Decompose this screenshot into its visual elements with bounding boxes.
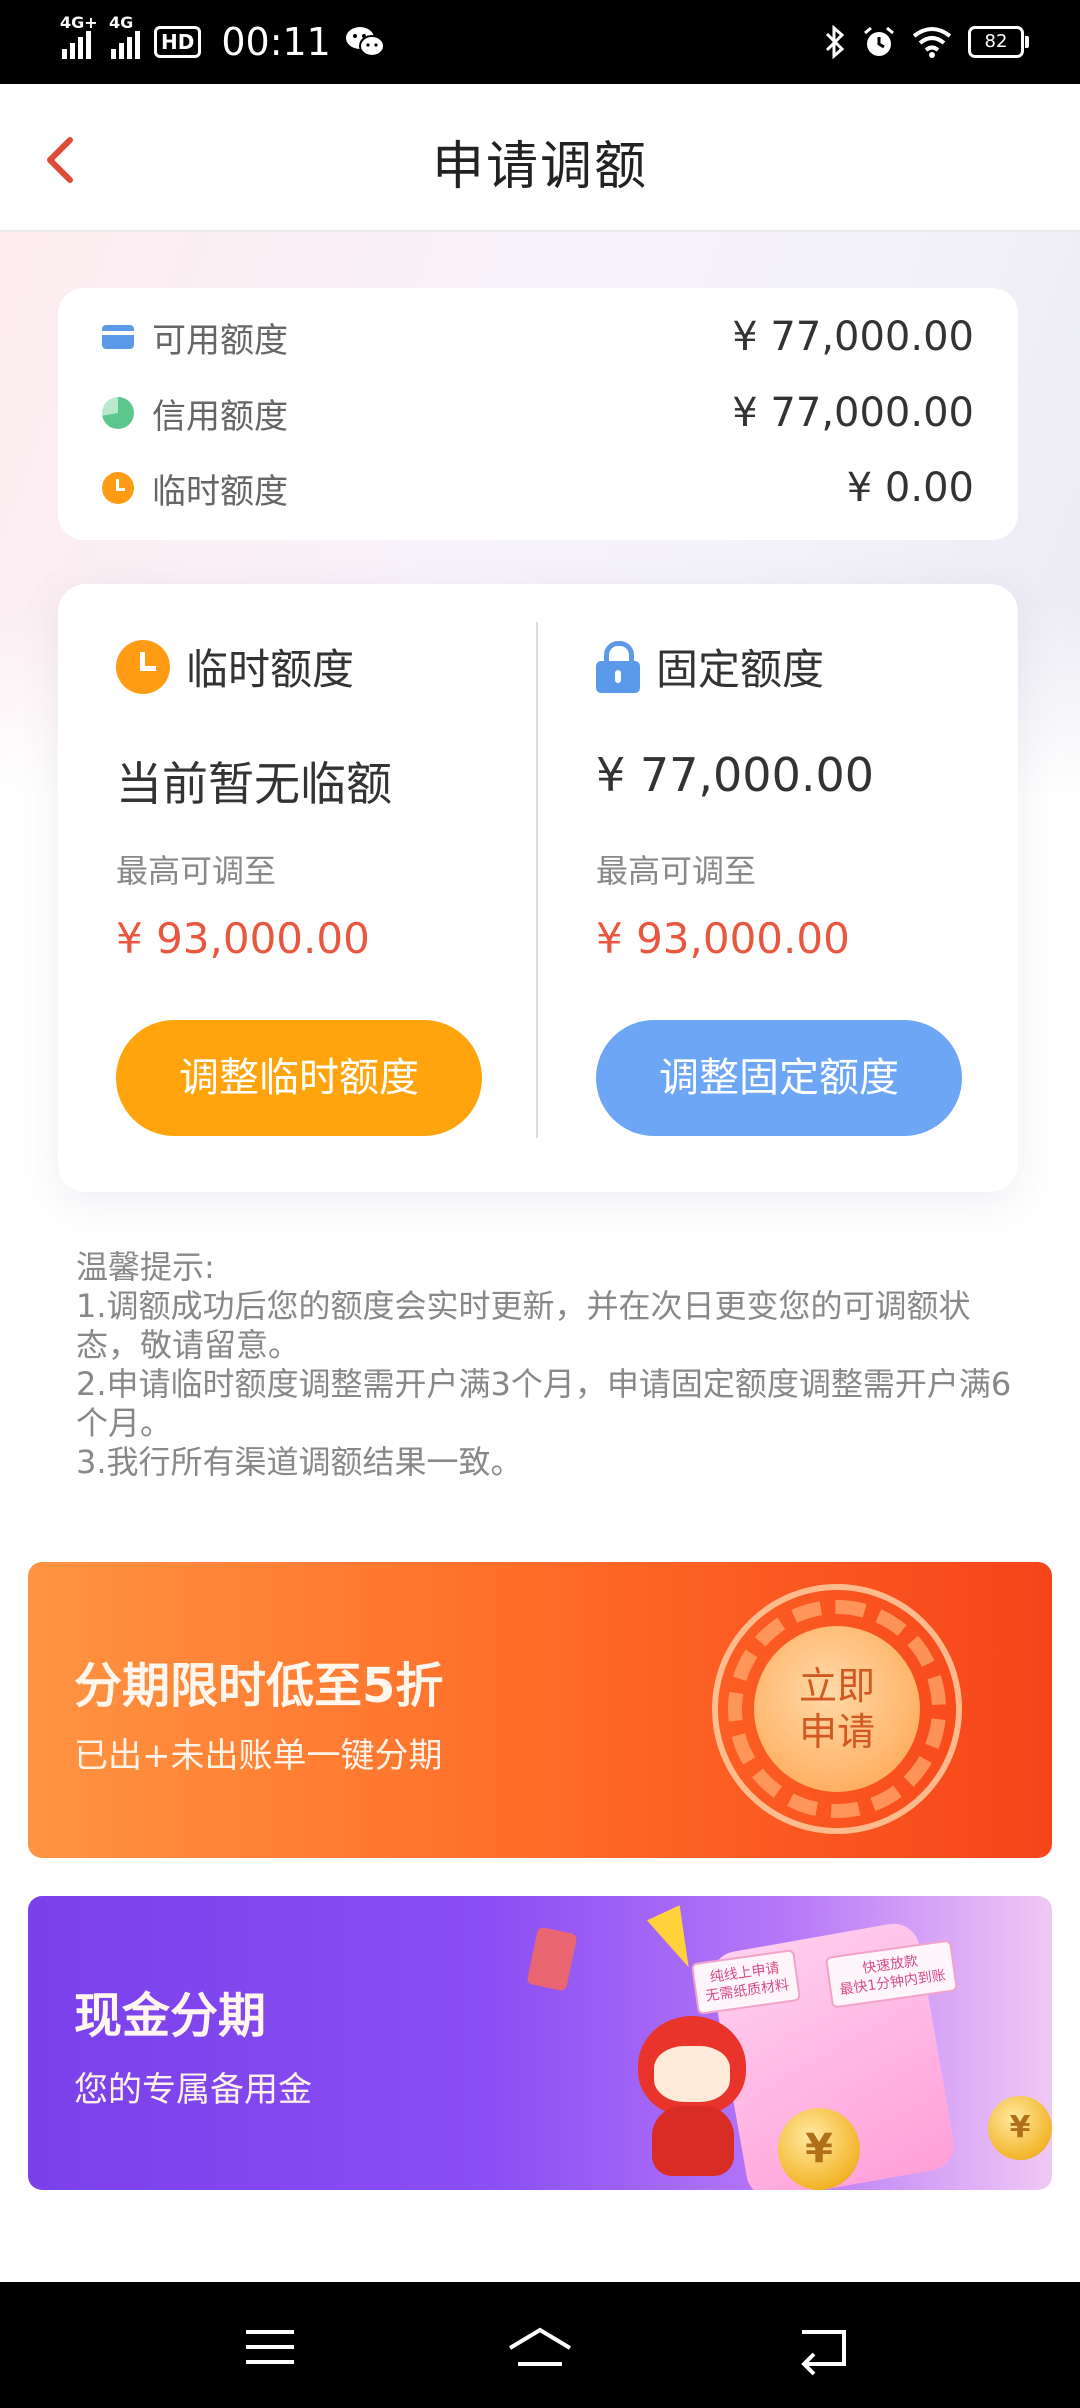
section-divider xyxy=(536,622,538,1138)
installment-promo-banner[interactable]: 分期限时低至5折 已出+未出账单一键分期 立即 申请 xyxy=(28,1562,1052,1858)
alarm-icon xyxy=(864,26,894,56)
max-adjustable-value: ¥ 93,000.00 xyxy=(596,914,850,963)
adjust-fixed-limit-button[interactable]: 调整固定额度 xyxy=(596,1020,962,1136)
summary-value: ¥ 0.00 xyxy=(846,465,974,511)
menu-button[interactable] xyxy=(236,2312,306,2382)
hd-icon: HD xyxy=(154,26,202,58)
fixed-limit-section: 固定额度 ¥ 77,000.00 最高可调至 ¥ 93,000.00 调整固定额… xyxy=(596,584,1016,1192)
apply-now-label-line2: 申请 xyxy=(798,1710,875,1754)
tip-item: 1.调额成功后您的额度会实时更新，并在次日更变您的可调额状态，敬请留意。 xyxy=(76,1287,971,1364)
temporary-limit-status: 当前暂无临额 xyxy=(116,757,392,811)
pie-chart-icon xyxy=(102,397,134,429)
clock-icon xyxy=(116,639,170,694)
max-adjustable-value: ¥ 93,000.00 xyxy=(116,914,370,963)
banner-subtitle: 您的专属备用金 xyxy=(74,2070,312,2110)
signal-label: 4G+ xyxy=(60,13,98,32)
tip-item: 3.我行所有渠道调额结果一致。 xyxy=(76,1443,523,1481)
red-envelope-icon xyxy=(526,1926,578,1992)
fixed-limit-current: ¥ 77,000.00 xyxy=(596,748,874,802)
section-title: 临时额度 xyxy=(186,645,355,694)
card-icon xyxy=(102,325,134,349)
summary-row-temporary: 临时额度 ¥ 0.00 xyxy=(102,458,974,518)
summary-label: 信用额度 xyxy=(152,396,288,437)
mascot-face xyxy=(654,2046,730,2102)
lock-icon xyxy=(596,640,640,693)
cash-installment-banner[interactable]: 现金分期 您的专属备用金 纯线上申请 无需纸质材料 快速放款 最快1分钟内到账 … xyxy=(28,1896,1052,2190)
summary-label: 临时额度 xyxy=(152,471,288,512)
apply-now-label-line1: 立即 xyxy=(798,1664,875,1708)
summary-label: 可用额度 xyxy=(152,320,288,361)
banner-title: 分期限时低至5折 xyxy=(74,1658,444,1714)
banner-title: 现金分期 xyxy=(74,1988,267,2044)
signal-icon-2: 4G xyxy=(109,13,140,59)
adjust-temporary-limit-button[interactable]: 调整临时额度 xyxy=(116,1020,482,1136)
menu-icon xyxy=(246,2330,294,2364)
clock-time: 00:11 xyxy=(221,20,331,64)
mascot-body xyxy=(652,2106,734,2176)
summary-row-credit: 信用额度 ¥ 77,000.00 xyxy=(102,383,974,443)
banner-subtitle: 已出+未出账单一键分期 xyxy=(74,1736,443,1776)
coin-icon: ¥ xyxy=(988,2096,1052,2160)
battery-icon: 82 xyxy=(968,26,1029,58)
bluetooth-icon xyxy=(825,25,845,59)
tips-section: 温馨提示: 1.调额成功后您的额度会实时更新，并在次日更变您的可调额状态，敬请留… xyxy=(76,1248,1016,1482)
back-nav-button[interactable] xyxy=(790,2312,860,2382)
wechat-icon xyxy=(345,27,385,57)
home-button[interactable] xyxy=(504,2312,574,2382)
adjust-limit-card: 临时额度 当前暂无临额 最高可调至 ¥ 93,000.00 调整临时额度 固定额… xyxy=(58,584,1018,1192)
tips-title: 温馨提示: xyxy=(76,1248,215,1286)
max-adjustable-label: 最高可调至 xyxy=(116,852,277,890)
temporary-limit-section: 临时额度 当前暂无临额 最高可调至 ¥ 93,000.00 调整临时额度 xyxy=(116,584,536,1192)
summary-value: ¥ 77,000.00 xyxy=(732,390,974,436)
tip-item: 2.申请临时额度调整需开户满3个月，申请固定额度调整需开户满6个月。 xyxy=(76,1365,1012,1442)
apply-now-button[interactable]: 立即 申请 xyxy=(754,1626,920,1792)
clock-icon xyxy=(102,472,134,504)
status-bar: 4G+ 4G HD 00:11 82 xyxy=(0,0,1080,84)
return-icon xyxy=(801,2330,846,2376)
max-adjustable-label: 最高可调至 xyxy=(596,852,757,890)
summary-value: ¥ 77,000.00 xyxy=(732,314,974,360)
home-icon xyxy=(508,2327,572,2366)
wifi-icon xyxy=(912,27,952,58)
app-header: 申请调额 xyxy=(0,84,1080,232)
limit-summary-card: 可用额度 ¥ 77,000.00 信用额度 ¥ 77,000.00 临时额度 ¥… xyxy=(58,288,1018,540)
page-title: 申请调额 xyxy=(431,137,648,197)
signal-icon: 4G+ xyxy=(60,13,98,59)
coin-icon: ¥ xyxy=(778,2108,860,2190)
summary-row-available: 可用额度 ¥ 77,000.00 xyxy=(102,307,974,367)
signal-label-2: 4G xyxy=(109,13,134,32)
system-navigation-bar xyxy=(0,2282,1080,2408)
section-title: 固定额度 xyxy=(656,645,825,694)
